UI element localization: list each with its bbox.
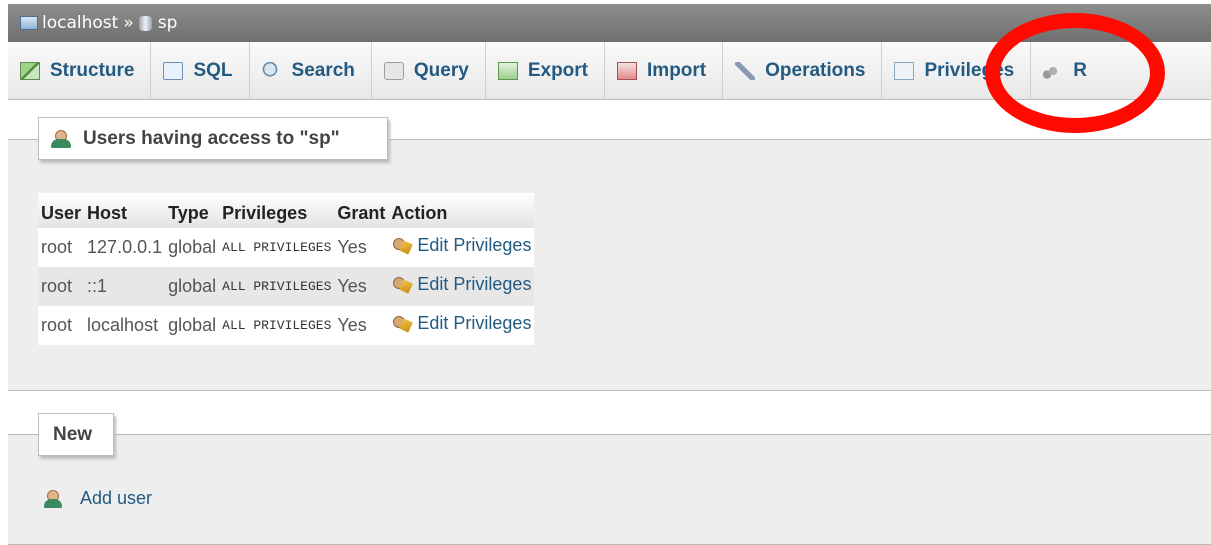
breadcrumb-database[interactable]: sp: [138, 13, 178, 33]
column-header-privileges: Privileges: [219, 193, 335, 228]
tab-operations[interactable]: Operations: [723, 42, 883, 99]
cell-user: root: [38, 228, 85, 267]
cell-user: root: [38, 306, 85, 345]
cell-grant: Yes: [334, 306, 389, 345]
privileges-icon: [894, 61, 915, 80]
cell-type: global: [165, 306, 220, 345]
tab-import-label: Import: [647, 59, 707, 81]
new-legend: New: [38, 413, 114, 456]
tab-sql[interactable]: SQL: [151, 42, 250, 99]
column-header-action: Action: [388, 193, 535, 228]
cell-privileges: ALL PRIVILEGES: [219, 306, 335, 345]
column-header-type: Type: [165, 193, 220, 228]
edit-privileges-label[interactable]: Edit Privileges: [417, 235, 531, 256]
tab-import[interactable]: Import: [605, 42, 724, 99]
cell-type: global: [165, 267, 220, 306]
edit-privileges-link[interactable]: Edit Privileges: [391, 274, 531, 295]
add-user-link[interactable]: Add user: [44, 488, 152, 509]
cell-action: Edit Privileges: [388, 267, 535, 306]
cell-privileges: ALL PRIVILEGES: [219, 267, 335, 306]
edit-user-icon: [391, 315, 413, 333]
table-row: root localhost global ALL PRIVILEGES Yes…: [38, 306, 535, 345]
server-icon: [20, 16, 38, 30]
breadcrumb: localhost » sp: [8, 4, 1211, 42]
column-header-user: User: [38, 193, 85, 228]
tab-operations-label: Operations: [765, 59, 866, 81]
breadcrumb-separator: »: [123, 13, 134, 33]
cell-privileges: ALL PRIVILEGES: [219, 228, 335, 267]
tab-query-label: Query: [413, 59, 469, 81]
breadcrumb-database-label[interactable]: sp: [158, 13, 178, 33]
database-icon: [138, 15, 152, 31]
table-row: root ::1 global ALL PRIVILEGES Yes Edit …: [38, 267, 535, 306]
table-header-row: User Host Type Privileges Grant Action: [38, 193, 535, 228]
edit-privileges-label[interactable]: Edit Privileges: [417, 313, 531, 334]
cell-host: localhost: [84, 306, 166, 345]
search-icon: [261, 61, 282, 80]
cell-grant: Yes: [334, 267, 389, 306]
tab-privileges-label: Privileges: [924, 59, 1015, 81]
cell-host: ::1: [84, 267, 166, 306]
new-fieldset: [8, 434, 1211, 545]
import-icon: [617, 61, 638, 80]
users-legend-label: Users having access to "sp": [83, 127, 340, 149]
users-table: User Host Type Privileges Grant Action r…: [38, 193, 535, 345]
tab-search-label: Search: [291, 59, 355, 81]
add-user-icon: [44, 489, 66, 508]
edit-privileges-link[interactable]: Edit Privileges: [391, 235, 531, 256]
tab-search[interactable]: Search: [250, 42, 372, 99]
cell-action: Edit Privileges: [388, 306, 535, 345]
column-header-grant: Grant: [334, 193, 389, 228]
tab-sql-label: SQL: [193, 59, 233, 81]
users-legend: Users having access to "sp": [38, 117, 388, 160]
table-row: root 127.0.0.1 global ALL PRIVILEGES Yes…: [38, 228, 535, 267]
routines-icon: [1043, 61, 1064, 80]
cell-action: Edit Privileges: [388, 228, 535, 267]
sql-icon: [163, 61, 184, 80]
tab-export-label: Export: [527, 59, 589, 81]
tab-structure-label: Structure: [50, 59, 135, 81]
tab-export[interactable]: Export: [486, 42, 606, 99]
tab-routines[interactable]: R: [1031, 42, 1103, 99]
cell-user: root: [38, 267, 85, 306]
add-user-label[interactable]: Add user: [80, 488, 152, 509]
cell-type: global: [165, 228, 220, 267]
query-icon: [383, 61, 404, 80]
cell-host: 127.0.0.1: [84, 228, 166, 267]
tab-query[interactable]: Query: [372, 42, 486, 99]
edit-privileges-link[interactable]: Edit Privileges: [391, 313, 531, 334]
structure-icon: [20, 61, 40, 80]
column-header-host: Host: [84, 193, 166, 228]
export-icon: [497, 61, 518, 80]
tab-routines-label: R: [1073, 59, 1087, 81]
cell-grant: Yes: [334, 228, 389, 267]
edit-privileges-label[interactable]: Edit Privileges: [417, 274, 531, 295]
tab-privileges[interactable]: Privileges: [882, 42, 1032, 99]
edit-user-icon: [391, 276, 413, 294]
tab-bar: Structure SQL Search Query Export Import…: [8, 42, 1211, 100]
tab-structure[interactable]: Structure: [8, 42, 152, 99]
breadcrumb-server-label[interactable]: localhost: [42, 13, 118, 33]
users-icon: [51, 129, 73, 148]
edit-user-icon: [391, 237, 413, 255]
operations-icon: [735, 61, 756, 80]
breadcrumb-server[interactable]: localhost: [20, 13, 118, 33]
new-legend-label: New: [53, 423, 93, 445]
